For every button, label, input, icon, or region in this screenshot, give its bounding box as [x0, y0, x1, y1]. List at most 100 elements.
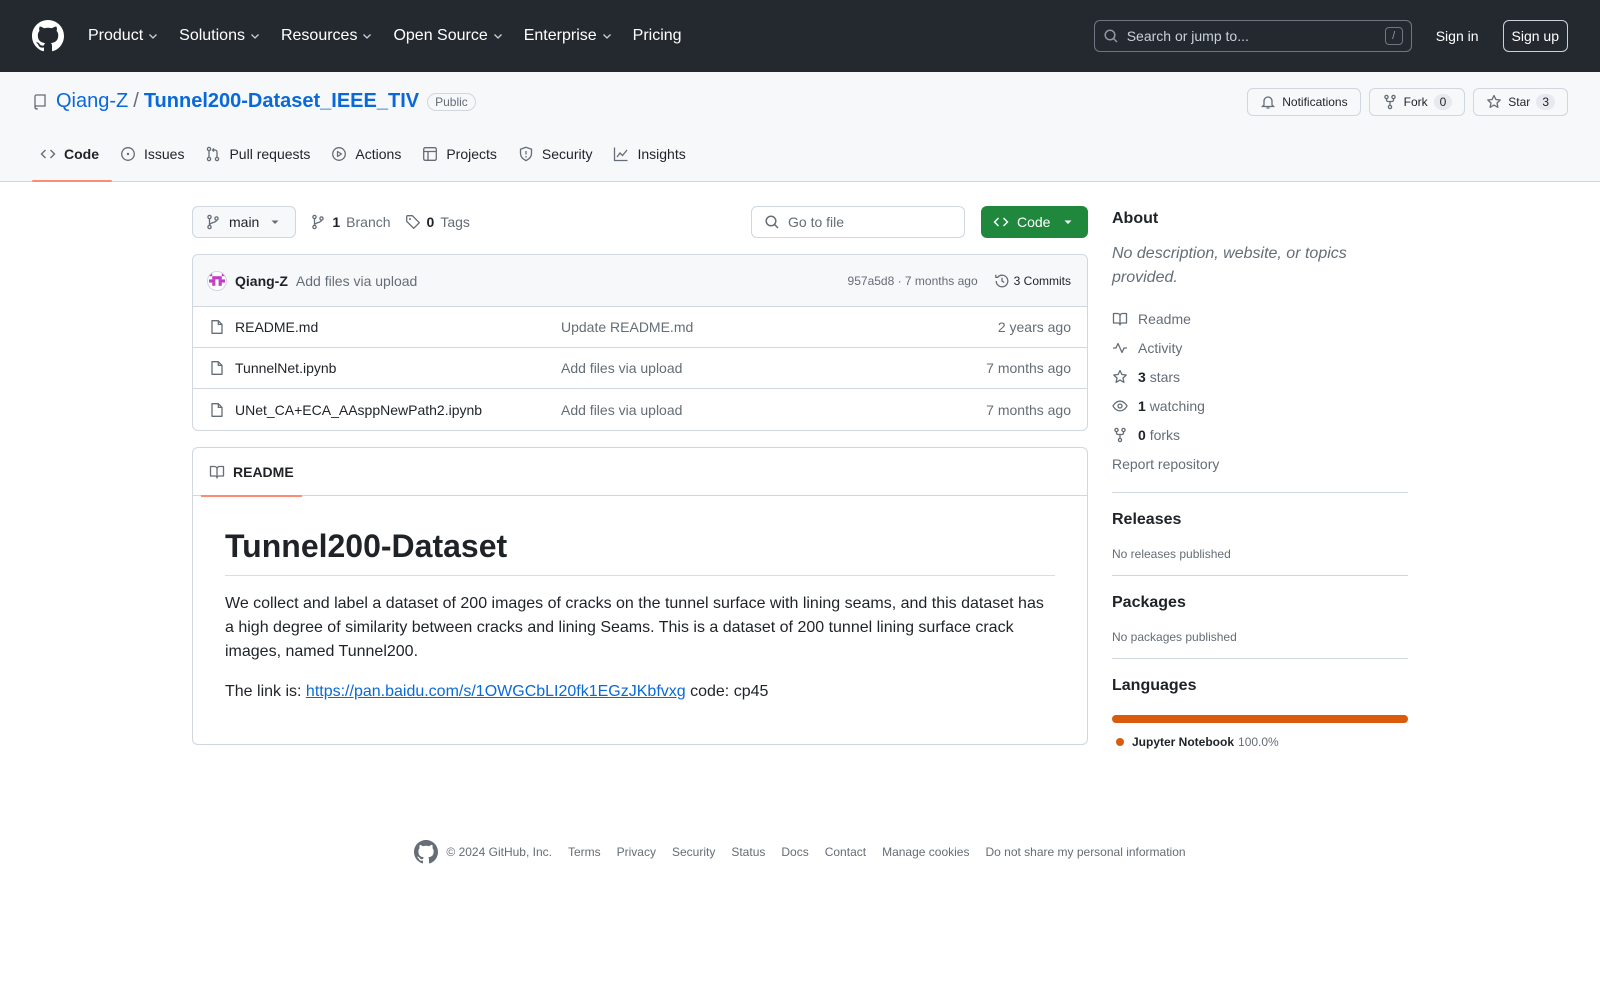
branches-link[interactable]: 1 Branch: [310, 214, 391, 230]
file-commit-time: 2 years ago: [997, 319, 1071, 335]
footer-link-manage-cookies[interactable]: Manage cookies: [882, 845, 969, 859]
slash-shortcut-key: /: [1384, 27, 1403, 45]
github-logo-icon[interactable]: [32, 20, 64, 52]
github-logo-icon[interactable]: [414, 840, 439, 864]
watching-link[interactable]: 1 watching: [1112, 391, 1408, 420]
nav-pricing[interactable]: Pricing: [633, 27, 682, 45]
readme-link-suffix: code: cp45: [685, 683, 769, 700]
notifications-button[interactable]: Notifications: [1247, 88, 1361, 116]
code-icon: [40, 149, 56, 159]
forks-label: forks: [1149, 426, 1181, 443]
packages-empty: No packages published: [1112, 630, 1237, 644]
readme-panel: README Tunnel200-Dataset We collect and …: [192, 447, 1088, 745]
tags-link[interactable]: 0 Tags: [405, 214, 470, 230]
git-branch-icon: [312, 214, 325, 230]
notifications-label: Notifications: [1282, 95, 1348, 109]
file-commit-message[interactable]: Add files via upload: [561, 360, 986, 376]
play-icon: [332, 147, 347, 161]
fork-count: 0: [1433, 94, 1453, 110]
about-links: Readme Activity 3 stars 1 watching 0 for…: [1112, 304, 1408, 478]
tab-actions[interactable]: Actions: [323, 141, 414, 181]
nav-product[interactable]: Product: [88, 27, 159, 45]
file-name-link[interactable]: UNet_CA+ECA_AAsppNewPath2.ipynb: [235, 402, 561, 418]
sign-in-link[interactable]: Sign in: [1436, 28, 1479, 44]
tab-pull-requests[interactable]: Pull requests: [197, 141, 323, 181]
code-dropdown-button[interactable]: Code: [981, 206, 1088, 238]
forks-link[interactable]: 0 forks: [1112, 420, 1408, 449]
readme-tab[interactable]: README: [201, 448, 302, 497]
search-icon: [765, 215, 779, 229]
footer-link-privacy[interactable]: Privacy: [617, 845, 656, 859]
star-button[interactable]: Star 3: [1473, 88, 1568, 116]
nav-enterprise[interactable]: Enterprise: [524, 27, 613, 45]
nav-resources-label: Resources: [280, 27, 358, 44]
sign-up-button[interactable]: Sign up: [1502, 20, 1568, 52]
tab-code[interactable]: Code: [32, 141, 112, 182]
language-item[interactable]: Jupyter Notebook 100.0%: [1112, 735, 1408, 749]
file-name-link[interactable]: README.md: [235, 319, 561, 335]
languages-heading: Languages: [1112, 677, 1197, 694]
go-to-file-input[interactable]: Go to file: [751, 206, 965, 238]
footer-link-terms[interactable]: Terms: [568, 845, 601, 859]
branch-label: Branch: [346, 214, 391, 230]
nav-resources[interactable]: Resources: [281, 27, 373, 45]
commit-hash-time[interactable]: 957a5d8 · 7 months ago: [848, 274, 978, 288]
pull-request-icon: [207, 146, 220, 162]
branch-selector[interactable]: main: [192, 206, 297, 238]
tag-icon: [405, 215, 420, 230]
avatar[interactable]: [207, 270, 227, 291]
caret-down-icon: [271, 220, 279, 224]
packages-heading[interactable]: Packages: [1112, 594, 1408, 612]
file-list: Qiang-Z Add files via upload 957a5d8 · 7…: [192, 254, 1088, 431]
commits-history-link[interactable]: 3 Commits: [994, 273, 1071, 289]
fork-icon: [1383, 94, 1396, 110]
star-label: Star: [1508, 95, 1531, 109]
repo-name-link[interactable]: Tunnel200-Dataset_IEEE_TIV: [144, 90, 419, 113]
tab-insights[interactable]: Insights: [605, 141, 698, 181]
repo-owner-link[interactable]: Qiang-Z: [56, 90, 128, 113]
tab-issues[interactable]: Issues: [112, 141, 197, 181]
file-commit-message[interactable]: Add files via upload: [561, 402, 986, 418]
readme-link-prefix: The link is:: [225, 683, 306, 700]
go-to-file-placeholder: Go to file: [788, 214, 845, 230]
footer-link-security[interactable]: Security: [672, 845, 715, 859]
search-input[interactable]: Search or jump to... /: [1093, 20, 1412, 52]
stars-link[interactable]: 3 stars: [1112, 362, 1408, 391]
footer-link-docs[interactable]: Docs: [781, 845, 808, 859]
file-row[interactable]: README.md Update README.md 2 years ago: [193, 307, 1087, 348]
readme-link[interactable]: Readme: [1112, 304, 1408, 333]
file-icon: [211, 402, 223, 417]
nav-solutions[interactable]: Solutions: [179, 27, 261, 45]
forks-count: 0: [1138, 426, 1146, 443]
file-name-link[interactable]: TunnelNet.ipynb: [235, 360, 561, 376]
report-repository-link[interactable]: Report repository: [1112, 449, 1408, 478]
activity-link[interactable]: Activity: [1112, 333, 1408, 362]
watching-text: 1 watching: [1138, 398, 1205, 414]
readme-link-paragraph: The link is: https://pan.baidu.com/s/1OW…: [225, 680, 1055, 704]
file-row[interactable]: TunnelNet.ipynb Add files via upload 7 m…: [193, 348, 1087, 389]
footer-link-status[interactable]: Status: [731, 845, 765, 859]
footer-link-contact[interactable]: Contact: [825, 845, 866, 859]
tab-actions-label: Actions: [355, 146, 402, 162]
commit-author-link[interactable]: Qiang-Z: [235, 273, 288, 289]
dataset-download-link[interactable]: https://pan.baidu.com/s/1OWGCbLI20fk1EGz…: [306, 683, 686, 700]
tab-security[interactable]: Security: [510, 141, 606, 181]
commit-message-link[interactable]: Add files via upload: [296, 273, 417, 289]
nav-open-source-label: Open Source: [393, 27, 488, 44]
star-icon: [1113, 369, 1127, 383]
stars-label: stars: [1149, 368, 1181, 385]
releases-empty: No releases published: [1112, 547, 1231, 561]
footer-link-do-not-share[interactable]: Do not share my personal information: [985, 845, 1185, 859]
tab-code-label: Code: [64, 146, 99, 162]
tab-projects[interactable]: Projects: [414, 141, 510, 181]
about-heading: About: [1112, 210, 1159, 227]
file-commit-message[interactable]: Update README.md: [561, 319, 998, 335]
fork-button[interactable]: Fork 0: [1368, 88, 1466, 116]
nav-open-source[interactable]: Open Source: [393, 27, 503, 45]
file-row[interactable]: UNet_CA+ECA_AAsppNewPath2.ipynb Add file…: [193, 389, 1087, 430]
eye-icon: [1112, 400, 1128, 411]
releases-heading[interactable]: Releases: [1112, 511, 1408, 529]
tab-security-label: Security: [541, 146, 593, 162]
fork-label: Fork: [1403, 95, 1428, 109]
tab-issues-label: Issues: [144, 146, 185, 162]
